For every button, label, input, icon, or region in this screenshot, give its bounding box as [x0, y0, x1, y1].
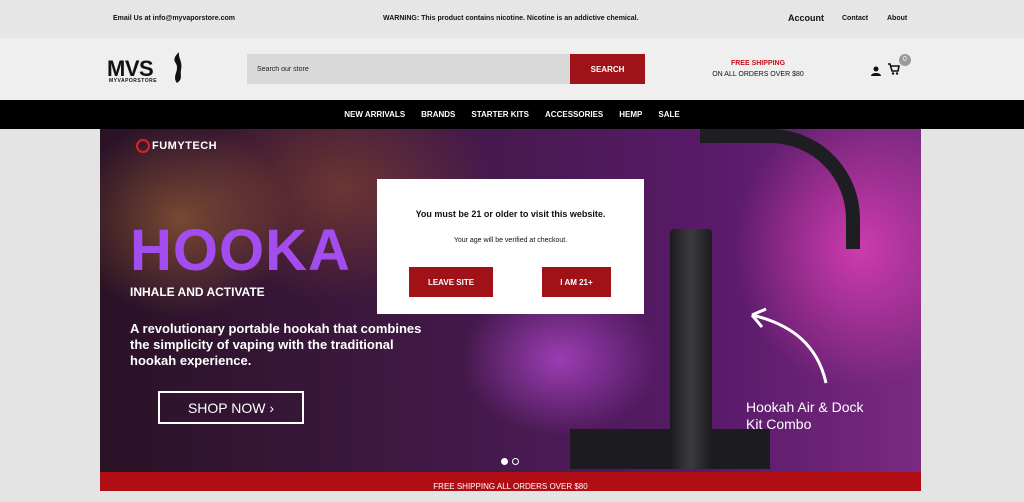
cart-count-badge: 0 — [899, 54, 911, 66]
about-link[interactable]: About — [887, 15, 907, 22]
modal-title: You must be 21 or older to visit this we… — [415, 209, 606, 219]
leave-site-button[interactable]: LEAVE SITE — [409, 267, 493, 297]
modal-subtitle: Your age will be verified at checkout. — [453, 237, 568, 244]
nav-accessories[interactable]: ACCESSORIES — [545, 110, 603, 119]
free-shipping-note: FREE SHIPPING ON ALL ORDERS OVER $80 — [706, 58, 810, 80]
search-input[interactable] — [247, 54, 570, 84]
brand-logo-icon — [136, 139, 150, 153]
curved-arrow-icon — [750, 307, 828, 384]
hero-description: A revolutionary portable hookah that com… — [130, 321, 422, 368]
brand-logo: FUMYTECH — [136, 139, 217, 153]
hookah-hose-image — [700, 129, 860, 249]
contact-link[interactable]: Contact — [842, 15, 868, 22]
top-bar: Email Us at info@myvaporstore.com WARNIN… — [0, 0, 1024, 38]
email-contact[interactable]: Email Us at info@myvaporstore.com — [113, 15, 235, 22]
logo-subtext: MYVAPORSTORE — [109, 78, 158, 84]
nav-sale[interactable]: SALE — [658, 110, 679, 119]
product-caption-line2: Kit Combo — [746, 416, 812, 432]
product-caption-line1: Hookah Air & Dock — [746, 399, 864, 415]
main-nav: NEW ARRIVALS BRANDS STARTER KITS ACCESSO… — [0, 100, 1024, 129]
user-icon[interactable] — [871, 63, 881, 81]
site-logo[interactable]: MVS MYVAPORSTORE — [107, 52, 187, 86]
account-link[interactable]: Account — [788, 13, 824, 23]
confirm-age-button[interactable]: I AM 21+ — [542, 267, 611, 297]
shipping-subtitle: ON ALL ORDERS OVER $80 — [712, 71, 804, 78]
carousel-dot-1[interactable] — [501, 458, 508, 465]
hero-tagline: INHALE AND ACTIVATE — [130, 285, 265, 299]
hero-headline: HOOKA — [130, 218, 351, 283]
nav-brands[interactable]: BRANDS — [421, 110, 455, 119]
nav-starter-kits[interactable]: STARTER KITS — [471, 110, 529, 119]
brand-name: FUMYTECH — [152, 139, 218, 152]
nav-new-arrivals[interactable]: NEW ARRIVALS — [344, 110, 405, 119]
carousel-dots — [501, 458, 519, 465]
shipping-title: FREE SHIPPING — [730, 60, 786, 67]
site-header: MVS MYVAPORSTORE SEARCH FREE SHIPPING ON… — [0, 38, 1024, 100]
shop-now-button[interactable]: SHOP NOW › — [158, 391, 304, 424]
search-button[interactable]: SEARCH — [570, 54, 645, 84]
nav-hemp[interactable]: HEMP — [619, 110, 642, 119]
free-shipping-banner: FREE SHIPPING ALL ORDERS OVER $80 — [100, 472, 921, 491]
product-caption: Hookah Air & Dock Kit Combo — [746, 399, 864, 433]
nicotine-warning: WARNING: This product contains nicotine.… — [383, 15, 639, 22]
carousel-dot-2[interactable] — [512, 458, 519, 465]
cart-icon[interactable] — [888, 62, 900, 80]
vapor-flame-icon — [174, 52, 182, 83]
hookah-device-image — [670, 229, 712, 469]
age-verification-modal: You must be 21 or older to visit this we… — [377, 179, 644, 314]
